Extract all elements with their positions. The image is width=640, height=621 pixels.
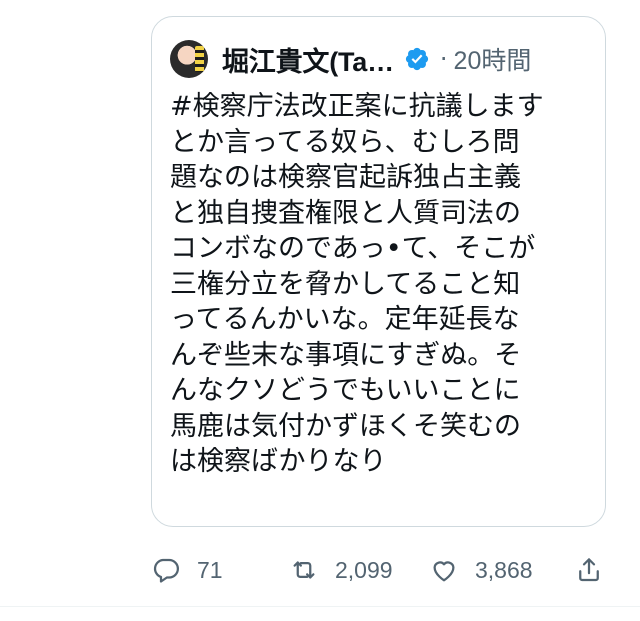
author-avatar[interactable] (170, 40, 208, 78)
quoted-tweet-card[interactable]: 堀江貴文(Ta… · 20時間 #検察庁法改正案に抗議します とか言ってる奴ら、… (151, 16, 606, 527)
like-count: 3,868 (475, 556, 533, 583)
quoted-tweet-header: 堀江貴文(Ta… · 20時間 (170, 39, 587, 79)
reply-icon (151, 555, 181, 585)
reply-count: 71 (197, 556, 223, 583)
quoted-tweet-text: #検察庁法改正案に抗議します とか言ってる奴ら、むしろ問 題なのは検察官起訴独占… (170, 91, 544, 477)
share-button[interactable] (574, 555, 604, 585)
retweet-icon (289, 555, 319, 585)
tweet-action-bar: 71 2,099 3,868 (151, 550, 611, 590)
verified-badge-icon (404, 46, 430, 72)
heart-icon (429, 555, 459, 585)
retweet-button[interactable]: 2,099 (289, 555, 429, 585)
like-button[interactable]: 3,868 (429, 555, 574, 585)
share-icon (574, 555, 604, 585)
retweet-count: 2,099 (335, 556, 393, 583)
bottom-divider (0, 606, 640, 607)
reply-button[interactable]: 71 (151, 555, 289, 585)
header-separator: · (439, 45, 448, 73)
author-name[interactable]: 堀江貴文(Ta… (222, 40, 394, 79)
tweet-timestamp[interactable]: 20時間 (454, 41, 532, 77)
